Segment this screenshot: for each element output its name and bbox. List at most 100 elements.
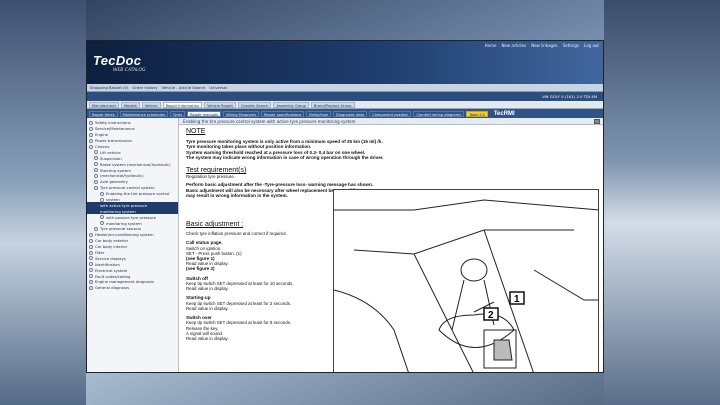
expand-icon[interactable] xyxy=(94,168,98,173)
tab-vehicle[interactable]: Vehicle xyxy=(141,101,161,108)
expand-icon[interactable] xyxy=(89,238,93,243)
main-menu: Shopping Basket (0) Order history Vehicl… xyxy=(87,84,603,92)
expand-icon[interactable] xyxy=(100,215,104,220)
tab-diagnostic-data[interactable]: Diagnostic data xyxy=(333,110,368,117)
callout-1: 1 xyxy=(514,294,520,305)
breadcrumb: Enabling the tire pressure control syste… xyxy=(179,118,603,125)
tab-relay-fuse[interactable]: Relay/fuse xyxy=(306,110,331,117)
secondary-tabs: Repair times Maintenance schedules Tyres… xyxy=(87,109,603,118)
document-content: Enabling the tire pressure control syste… xyxy=(179,118,603,372)
tree-item-label: Filter xyxy=(95,250,105,256)
tree-item-label: Tyre pressure control system xyxy=(100,185,155,191)
expand-icon[interactable] xyxy=(100,191,104,196)
tree-item-label: Service displays xyxy=(95,255,126,261)
tab-maintenance-schedules[interactable]: Maintenance schedules xyxy=(119,110,168,117)
expand-icon[interactable] xyxy=(94,179,98,184)
main-body: Safety instructions Service/Maintenance En… xyxy=(87,118,603,372)
tree-item-label: system xyxy=(106,197,120,203)
basic-heading: Basic adjustment : xyxy=(186,221,244,228)
expand-icon[interactable] xyxy=(89,250,93,255)
expand-icon[interactable] xyxy=(89,138,93,143)
menu-vehicle-search[interactable]: Vehicle - Article Search xyxy=(161,85,205,90)
tab-repair-information[interactable]: Repair Information xyxy=(162,101,203,108)
link-logout[interactable]: Log out xyxy=(584,43,599,48)
tab-brand-product-group[interactable]: Brand/Product Group xyxy=(310,101,355,108)
note-section: NOTE Tyre pressure monitoring system is … xyxy=(186,128,426,160)
link-new-articles[interactable]: New articles xyxy=(501,43,526,48)
expand-icon[interactable] xyxy=(89,262,93,267)
tab-repair-specifications[interactable]: Repair specifications xyxy=(261,110,305,117)
tab-comfort-wiring[interactable]: Comfort wiring diagrams xyxy=(413,110,465,117)
tree-item-label: with passive tyre pressure xyxy=(106,214,156,220)
expand-icon[interactable] xyxy=(94,162,98,167)
tab-tools[interactable]: Tools 2.0 xyxy=(466,110,488,117)
logo: TecDoc xyxy=(93,53,142,68)
tab-graphic-search[interactable]: Graphic Search xyxy=(237,101,272,108)
tree-item-label: Tyre pressure sensors xyxy=(100,226,142,232)
expand-icon[interactable] xyxy=(89,256,93,261)
expand-icon[interactable] xyxy=(94,150,98,155)
callout-2: 2 xyxy=(488,310,494,321)
tab-repair-times[interactable]: Repair times xyxy=(89,110,118,117)
expand-icon[interactable] xyxy=(89,144,93,149)
note-heading: NOTE xyxy=(186,128,206,135)
tree-item[interactable]: General diagnosis xyxy=(87,285,178,291)
tree-item-label: Enabling the tire pressure control xyxy=(106,191,170,197)
expand-icon[interactable] xyxy=(94,156,98,161)
tab-component-position[interactable]: Component position xyxy=(369,110,412,117)
note-line: The system may indicate wrong informatio… xyxy=(186,154,384,160)
expand-icon[interactable] xyxy=(89,120,93,125)
expand-icon[interactable] xyxy=(89,274,93,279)
tab-assembly-group[interactable]: Assembly Group xyxy=(273,101,309,108)
menu-shopping-basket[interactable]: Shopping Basket (0) xyxy=(90,85,128,90)
gear-shift-diagram: 2 1 xyxy=(333,189,599,372)
expand-icon[interactable] xyxy=(94,185,98,190)
menu-order-history[interactable]: Order history xyxy=(132,85,157,90)
tree-item-label: Steering system xyxy=(100,167,131,173)
top-links: Home New articles New linkages Settings … xyxy=(485,43,599,48)
background-left xyxy=(0,0,86,405)
tecrmi-logo: TecRMI xyxy=(493,110,515,117)
tree-item[interactable]: Brake system (mechanical/hydraulic) xyxy=(87,161,178,167)
expand-icon[interactable] xyxy=(100,197,104,202)
tree-item-label: Engine management diagnosis xyxy=(95,279,154,285)
vehicle-bar: VW GOLF V (1K1) 2.0 TDI 4M xyxy=(87,92,603,101)
link-home[interactable]: Home xyxy=(485,43,497,48)
tab-vehicle-report[interactable]: Vehicle Report xyxy=(204,101,236,108)
menu-universal[interactable]: Universal xyxy=(209,85,227,90)
tree-item-label: Car body interior xyxy=(95,244,128,250)
tree-item-label: Engine xyxy=(95,132,109,138)
tree-item-label: Safety instructions xyxy=(95,120,131,126)
vehicle-selection[interactable]: VW GOLF V (1K1) 2.0 TDI 4M xyxy=(542,94,597,99)
expand-icon[interactable] xyxy=(94,173,98,178)
expand-icon[interactable] xyxy=(89,285,93,290)
print-icon[interactable] xyxy=(594,119,600,124)
tab-repair-manuals[interactable]: Repair manuals xyxy=(187,110,222,117)
tab-wiring-diagrams[interactable]: Wiring Diagrams xyxy=(223,110,260,117)
tree-item-label: Suspension xyxy=(100,155,122,161)
expand-icon[interactable] xyxy=(100,221,104,226)
expand-icon[interactable] xyxy=(89,126,93,131)
expand-icon[interactable] xyxy=(89,268,93,273)
tree-item-label: Car body exterior xyxy=(95,238,129,244)
expand-icon[interactable] xyxy=(89,244,93,249)
expand-icon[interactable] xyxy=(89,232,93,237)
browser-window: TecDoc WEB CATALOG Home New articles New… xyxy=(86,40,604,373)
expand-icon[interactable] xyxy=(94,226,98,231)
tree-item-label: Chassis xyxy=(95,144,110,149)
link-new-linkages[interactable]: New linkages xyxy=(531,43,558,48)
tree-item-label: with active tyre pressure xyxy=(100,202,148,208)
tree-item-label: Lift vehicle xyxy=(100,149,121,155)
tab-tyres[interactable]: Tyres xyxy=(169,110,186,117)
tree-item-label: Axle geometry xyxy=(100,179,128,185)
tree-item-label: monitoring system xyxy=(106,220,142,226)
expand-icon[interactable] xyxy=(89,279,93,284)
tab-manufacturer[interactable]: Manufacturer xyxy=(89,101,120,108)
tree-item-label: Power transmission xyxy=(95,138,132,144)
link-settings[interactable]: Settings xyxy=(563,43,579,48)
logo-subtitle: WEB CATALOG xyxy=(113,68,146,73)
tab-models[interactable]: Models xyxy=(121,101,140,108)
diagram-illustration: 2 1 xyxy=(334,199,598,372)
expand-icon[interactable] xyxy=(89,132,93,137)
primary-tabs: Manufacturer Models Vehicle Repair Infor… xyxy=(87,101,603,109)
